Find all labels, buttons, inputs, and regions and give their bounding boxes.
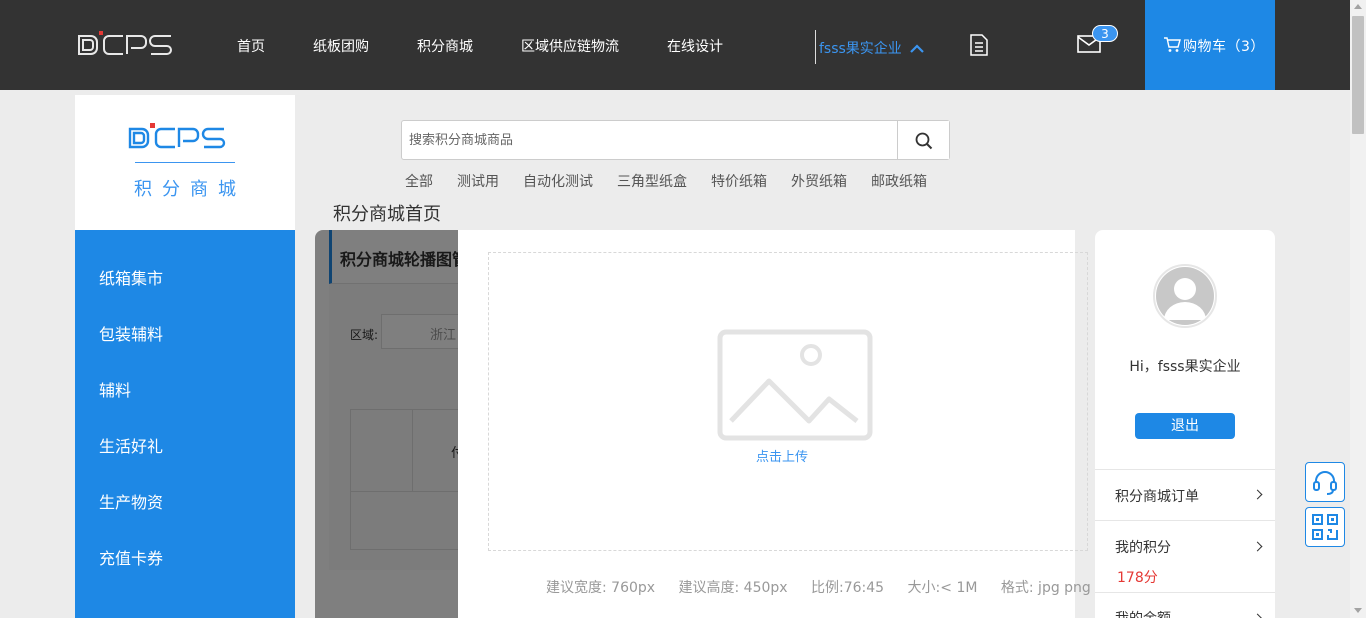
search-input[interactable] [402, 121, 897, 159]
sidebar-item-cards[interactable]: 充值卡券 [99, 545, 163, 569]
tag-all[interactable]: 全部 [405, 171, 433, 191]
chevron-right-icon [1252, 489, 1263, 500]
nav-points-mall[interactable]: 积分商城 [417, 36, 473, 56]
cart-button[interactable]: 购物车（3） [1145, 0, 1275, 90]
hint-ratio: 比例:76:45 [811, 580, 885, 596]
category-sidebar: 纸箱集市 包装辅料 辅料 生活好礼 生产物资 充值卡券 [75, 230, 295, 618]
logout-button[interactable]: 退出 [1135, 413, 1235, 439]
points-orders-row[interactable]: 积分商城订单 [1095, 469, 1275, 520]
my-points-label: 我的积分 [1115, 540, 1171, 556]
scrollbar-thumb[interactable] [1352, 16, 1364, 134]
tag-special-carton[interactable]: 特价纸箱 [711, 171, 767, 191]
hint-width: 建议宽度: 760px [546, 580, 656, 596]
tag-test[interactable]: 测试用 [457, 171, 499, 191]
user-greeting: Hi，fsss果实企业 [1129, 359, 1241, 375]
user-name: fsss果实企业 [819, 41, 902, 57]
search-icon [915, 132, 933, 150]
upload-modal: 点击上传 建议宽度: 760px 建议高度: 450px 比例:76:45 大小… [458, 230, 1091, 618]
my-points-row[interactable]: 我的积分 178分 [1095, 520, 1275, 592]
cart-label: 购物车（3） [1183, 39, 1265, 55]
top-navbar: 首页 纸板团购 积分商城 区域供应链物流 在线设计 fsss果实企业 3 购物车… [0, 0, 1350, 90]
click-upload-link[interactable]: 点击上传 [489, 446, 1103, 465]
headset-icon [1313, 471, 1337, 495]
sidebar-item-carton-market[interactable]: 纸箱集市 [99, 265, 163, 289]
sidebar-item-accessories[interactable]: 辅料 [99, 377, 131, 401]
sidebar-item-production[interactable]: 生产物资 [99, 489, 163, 513]
search-bar [401, 120, 950, 160]
user-menu[interactable]: fsss果实企业 [819, 38, 925, 58]
sidebar-item-packaging[interactable]: 包装辅料 [99, 321, 163, 345]
scroll-down-icon[interactable] [1354, 608, 1362, 613]
points-value: 178分 [1117, 570, 1158, 586]
chevron-right-icon [1252, 541, 1263, 552]
hint-size: 大小:< 1M [907, 580, 978, 596]
user-avatar-icon [1156, 267, 1214, 325]
sidebar-item-gifts[interactable]: 生活好礼 [99, 433, 163, 457]
avatar[interactable] [1153, 264, 1217, 328]
user-card: Hi，fsss果实企业 退出 积分商城订单 我的积分 178分 我的余额 [1095, 230, 1275, 618]
tag-triangle-box[interactable]: 三角型纸盒 [617, 171, 687, 191]
divider [815, 30, 816, 64]
mail-count-badge: 3 [1092, 25, 1118, 42]
qr-code-button[interactable] [1305, 507, 1345, 547]
my-balance-label: 我的余额 [1115, 608, 1171, 618]
dcps-brand-logo[interactable] [126, 123, 242, 151]
image-placeholder-icon [717, 329, 873, 441]
customer-service-button[interactable] [1305, 462, 1345, 502]
my-balance-row[interactable]: 我的余额 [1095, 592, 1275, 618]
search-button[interactable] [897, 121, 949, 159]
scroll-up-icon[interactable] [1354, 4, 1362, 9]
brand-subtitle: 积分商城 [134, 179, 246, 200]
tag-export-carton[interactable]: 外贸纸箱 [791, 171, 847, 191]
nav-logistics[interactable]: 区域供应链物流 [521, 36, 619, 56]
points-orders-label: 积分商城订单 [1115, 489, 1199, 505]
cart-icon [1164, 37, 1181, 52]
chevron-right-icon [1252, 613, 1263, 618]
hint-format: 格式: jpg png [1000, 580, 1091, 596]
page-scrollbar[interactable] [1350, 0, 1366, 618]
upload-hints: 建议宽度: 760px 建议高度: 450px 比例:76:45 大小:< 1M… [546, 577, 1110, 597]
qrcode-icon [1312, 514, 1338, 540]
tag-postal-carton[interactable]: 邮政纸箱 [871, 171, 927, 191]
nav-home[interactable]: 首页 [237, 36, 265, 56]
chevron-up-icon [910, 44, 925, 53]
dcps-logo[interactable] [75, 30, 189, 58]
hint-height: 建议高度: 450px [678, 580, 788, 596]
tag-automation[interactable]: 自动化测试 [523, 171, 593, 191]
nav-online-design[interactable]: 在线设计 [667, 36, 723, 56]
page-title: 积分商城首页 [333, 204, 441, 225]
brand-box: 积分商城 [75, 95, 295, 230]
image-upload-area[interactable]: 点击上传 [488, 252, 1088, 551]
nav-group-buy[interactable]: 纸板团购 [313, 36, 369, 56]
brand-divider [135, 162, 235, 163]
document-icon[interactable] [969, 34, 989, 56]
modal-overlay[interactable] [315, 230, 458, 618]
